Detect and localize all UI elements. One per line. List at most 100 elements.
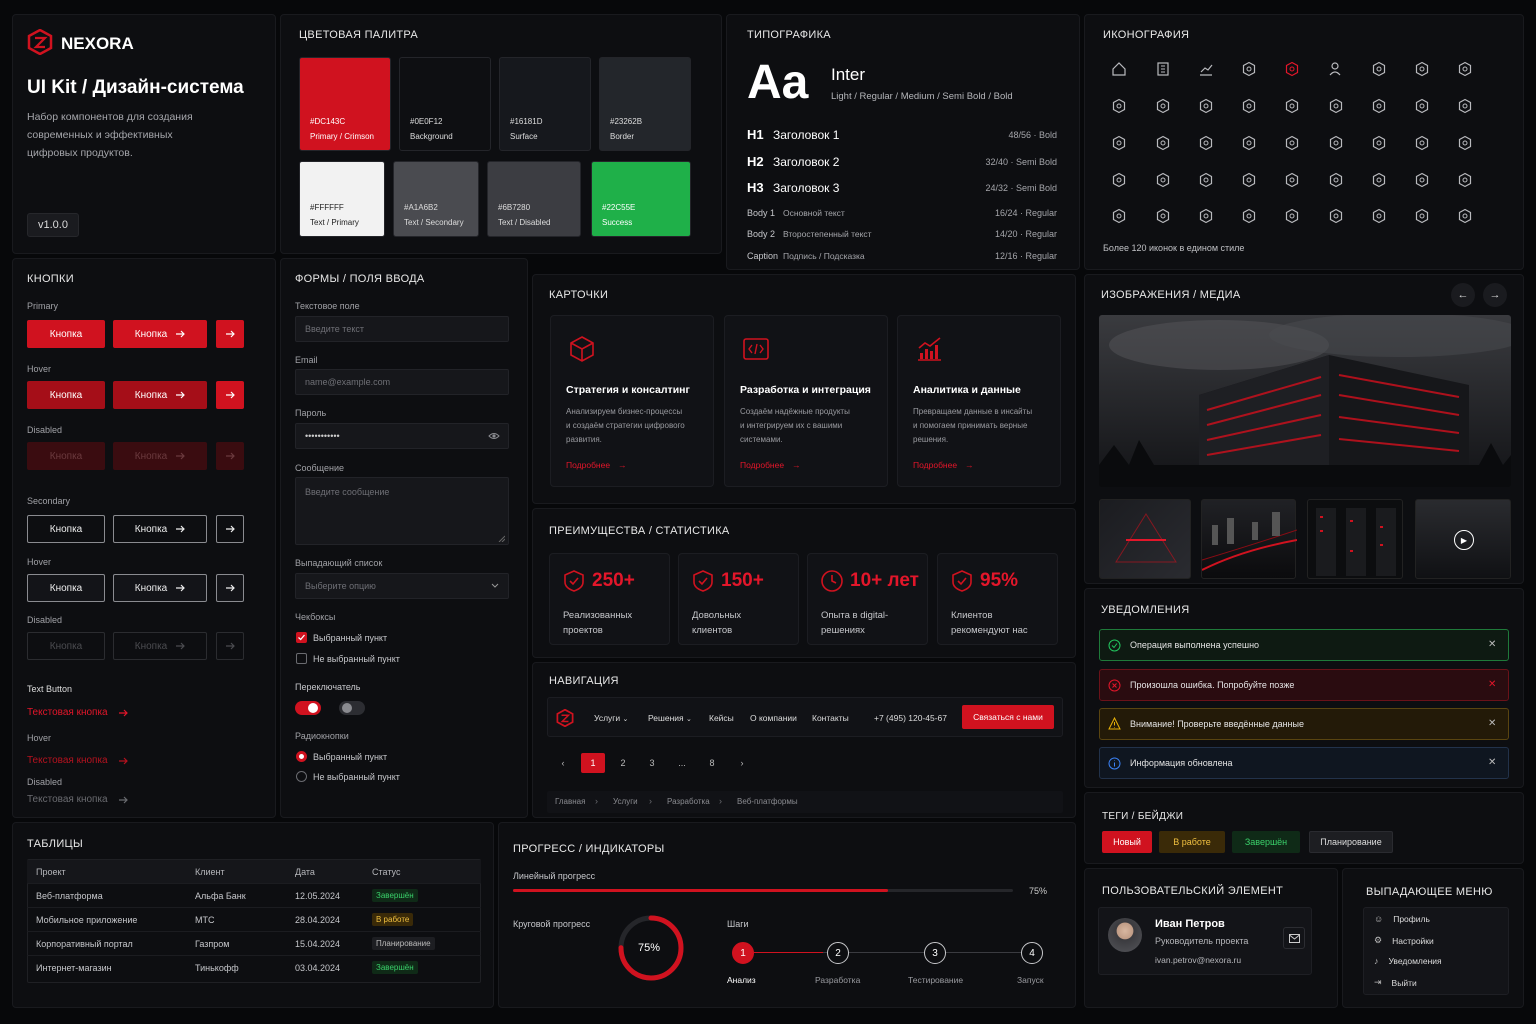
- secondary-disabled-button[interactable]: Кнопка: [27, 632, 105, 660]
- pagination-page[interactable]: ...: [670, 753, 694, 773]
- text-button-hover[interactable]: Текстовая кнопка: [27, 755, 128, 766]
- resize-handle-icon[interactable]: [498, 535, 505, 542]
- swatch-3[interactable]: #16181D Surface: [499, 57, 591, 151]
- breadcrumb-item[interactable]: Главная: [555, 797, 585, 806]
- menu-item-settings[interactable]: ⚙ Настройки: [1374, 935, 1434, 946]
- nav-phone[interactable]: +7 (495) 120-45-67: [874, 713, 947, 723]
- menu-item-notifications[interactable]: ♪ Уведомления: [1374, 956, 1442, 966]
- swatch-7[interactable]: #6B7280 Text / Disabled: [487, 161, 581, 237]
- chevron-right-icon: ›: [719, 796, 722, 806]
- media-thumb-2[interactable]: [1201, 499, 1298, 579]
- table-row[interactable]: Корпоративный портал Газпром 15.04.2024 Пла…: [27, 932, 481, 956]
- card-link[interactable]: Подробнее →: [913, 460, 974, 470]
- table-row[interactable]: Веб-платформа Альфа Банк 12.05.2024 Завершё…: [27, 884, 481, 908]
- secondary-button[interactable]: Кнопка: [27, 515, 105, 543]
- media-thumb-3[interactable]: [1307, 499, 1403, 579]
- pagination-next[interactable]: ›: [730, 753, 754, 773]
- primary-disabled-icon-button[interactable]: [216, 442, 244, 470]
- card-link-label: Подробнее: [913, 460, 958, 470]
- menu-item-profile[interactable]: ☺ Профиль: [1374, 914, 1430, 924]
- message-textarea[interactable]: Введите сообщение: [295, 477, 509, 545]
- primary-arrow-button[interactable]: Кнопка: [113, 320, 207, 348]
- primary-button[interactable]: Кнопка: [27, 320, 105, 348]
- table-row[interactable]: Интернет-магазин Тинькофф 03.04.2024 Заверш…: [27, 956, 481, 980]
- card-link[interactable]: Подробнее →: [740, 460, 801, 470]
- nav-item-about[interactable]: О компании: [750, 713, 797, 723]
- step-3[interactable]: 3: [924, 942, 946, 964]
- radio-selected[interactable]: [296, 751, 307, 762]
- shield-check-icon: [950, 569, 974, 593]
- primary-hover-arrow-button[interactable]: Кнопка: [113, 381, 207, 409]
- pagination-page[interactable]: 3: [640, 753, 664, 773]
- select-dropdown[interactable]: Выберите опцию: [295, 573, 509, 599]
- breadcrumb-item[interactable]: Веб-платформы: [737, 797, 798, 806]
- text-button[interactable]: Текстовая кнопка: [27, 707, 128, 718]
- swatch-6[interactable]: #A1A6B2 Text / Secondary: [393, 161, 479, 237]
- step-1[interactable]: 1: [732, 942, 754, 964]
- user-card[interactable]: Иван Петров Руководитель проекта ivan.pe…: [1098, 907, 1312, 975]
- nav-item-solutions[interactable]: Решения ⌄: [648, 713, 692, 723]
- nav-item-services[interactable]: Услуги ⌄: [594, 713, 628, 723]
- nav-item-contacts[interactable]: Контакты: [812, 713, 849, 723]
- password-field[interactable]: •••••••••••: [295, 423, 509, 449]
- close-icon[interactable]: ✕: [1488, 639, 1496, 650]
- table-row[interactable]: Мобильное приложение МТС 28.04.2024 В работ…: [27, 908, 481, 932]
- media-thumb-1[interactable]: [1099, 499, 1191, 579]
- nav-item-cases[interactable]: Кейсы: [709, 713, 734, 723]
- mail-button[interactable]: [1283, 927, 1305, 949]
- nav-cta-button[interactable]: Связаться с нами: [962, 705, 1054, 729]
- secondary-hover-arrow-button[interactable]: Кнопка: [113, 574, 207, 602]
- secondary-arrow-button[interactable]: Кнопка: [113, 515, 207, 543]
- pagination-prev[interactable]: ‹: [551, 753, 575, 773]
- breadcrumb-item[interactable]: Услуги: [613, 797, 638, 806]
- service-card[interactable]: Разработка и интеграция Создаём надёжные …: [724, 315, 888, 487]
- primary-hover-icon-button[interactable]: [216, 381, 244, 409]
- stat-value: 10+ лет: [850, 570, 919, 591]
- secondary-hover-button[interactable]: Кнопка: [27, 574, 105, 602]
- arrow-right-icon: →: [965, 460, 974, 470]
- close-icon[interactable]: ✕: [1488, 757, 1496, 768]
- step-4[interactable]: 4: [1021, 942, 1043, 964]
- media-prev-button[interactable]: ←: [1451, 283, 1475, 307]
- play-button-icon[interactable]: ▶: [1454, 530, 1474, 550]
- eye-icon[interactable]: [488, 431, 500, 441]
- checkbox-unchecked[interactable]: [296, 653, 307, 664]
- service-card[interactable]: Аналитика и данные Превращаем данные в ин…: [897, 315, 1061, 487]
- pagination-page[interactable]: 1: [581, 753, 605, 773]
- service-card[interactable]: Стратегия и консалтинг Анализируем бизнес…: [550, 315, 714, 487]
- card-desc-line: и помогаем принимать верные: [913, 421, 1028, 430]
- secondary-disabled-icon-button[interactable]: [216, 632, 244, 660]
- swatch-4[interactable]: #23262B Border: [599, 57, 691, 151]
- step-2[interactable]: 2: [827, 942, 849, 964]
- switch-on[interactable]: [295, 701, 321, 715]
- swatch-5[interactable]: #FFFFFF Text / Primary: [299, 161, 385, 237]
- breadcrumb-item[interactable]: Разработка: [667, 797, 710, 806]
- secondary-icon-button[interactable]: [216, 515, 244, 543]
- switch-off[interactable]: [339, 701, 365, 715]
- primary-icon-button[interactable]: [216, 320, 244, 348]
- radio-unselected[interactable]: [296, 771, 307, 782]
- media-next-button[interactable]: →: [1483, 283, 1507, 307]
- menu-item-logout[interactable]: ⇥ Выйти: [1374, 977, 1417, 988]
- swatch-8[interactable]: #22C55E Success: [591, 161, 691, 237]
- text-field[interactable]: Введите текст: [295, 316, 509, 342]
- swatch-2[interactable]: #0E0F12 Background: [399, 57, 491, 151]
- text-button-disabled[interactable]: Текстовая кнопка: [27, 794, 128, 805]
- card-link[interactable]: Подробнее →: [566, 460, 627, 470]
- checkbox-checked[interactable]: [296, 632, 307, 643]
- close-icon[interactable]: ✕: [1488, 679, 1496, 690]
- check-icon: [298, 634, 305, 641]
- primary-disabled-arrow-button-label: Кнопка: [134, 450, 168, 462]
- email-field[interactable]: name@example.com: [295, 369, 509, 395]
- nexora-logo-icon[interactable]: [556, 709, 574, 727]
- pagination-page[interactable]: 8: [700, 753, 724, 773]
- primary-disabled-arrow-button[interactable]: Кнопка: [113, 442, 207, 470]
- primary-hover-button[interactable]: Кнопка: [27, 381, 105, 409]
- swatch-1[interactable]: #DC143C Primary / Crimson: [299, 57, 391, 151]
- secondary-disabled-arrow-button[interactable]: Кнопка: [113, 632, 207, 660]
- primary-disabled-button[interactable]: Кнопка: [27, 442, 105, 470]
- pagination-page[interactable]: 2: [611, 753, 635, 773]
- secondary-hover-icon-button[interactable]: [216, 574, 244, 602]
- media-thumb-4[interactable]: ▶: [1415, 499, 1511, 579]
- close-icon[interactable]: ✕: [1488, 718, 1496, 729]
